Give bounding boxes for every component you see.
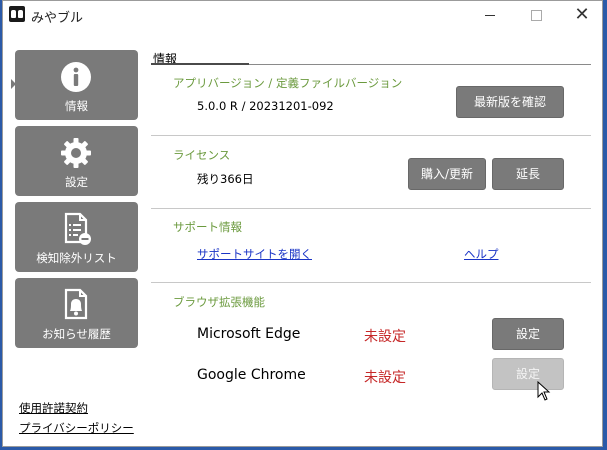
nav-item-label: お知らせ履歴 [42,327,111,341]
nav-item-label: 検知除外リスト [36,251,117,265]
version-heading: アプリバージョン / 定義ファイルバージョン [173,76,403,90]
app-window: みやブル ✕ 情報 設定 検知除外リスト お知らせ履歴 使用許諾契約 プライバシ… [2,0,603,447]
support-site-link[interactable]: サポートサイトを開く [197,246,312,262]
app-logo-icon [9,6,25,22]
check-update-button[interactable]: 最新版を確認 [456,86,564,118]
edge-label: Microsoft Edge [197,326,301,342]
browser-extension-heading: ブラウザ拡張機能 [173,295,265,309]
section-divider [151,135,591,136]
mouse-cursor-icon [537,381,551,401]
privacy-policy-link[interactable]: プライバシーポリシー [19,420,134,436]
title-underline [151,63,249,65]
close-button[interactable]: ✕ [560,3,602,27]
purchase-renew-button[interactable]: 購入/更新 [408,158,486,190]
section-divider [151,282,591,283]
bell-document-icon [64,288,88,320]
version-value: 5.0.0 R / 20231201-092 [197,99,334,113]
gear-icon [61,138,91,168]
edge-status: 未設定 [364,329,406,345]
maximize-icon [530,9,542,21]
license-agreement-link[interactable]: 使用許諾契約 [19,400,88,416]
chrome-label: Google Chrome [197,367,306,383]
license-heading: ライセンス [173,148,231,162]
nav-item-notification-history[interactable]: お知らせ履歴 [15,278,138,348]
maximize-button[interactable] [514,3,558,27]
extend-button[interactable]: 延長 [492,158,564,190]
nav-item-label: 情報 [65,99,88,113]
close-icon: ✕ [574,4,590,25]
edge-setup-button[interactable]: 設定 [492,318,564,350]
chrome-setup-button[interactable]: 設定 [492,358,564,390]
minimize-icon [485,14,495,16]
nav-item-label: 設定 [65,175,88,189]
window-title: みやブル [31,11,84,26]
support-heading: サポート情報 [173,220,242,234]
info-icon [61,62,91,92]
chrome-status: 未設定 [364,370,406,386]
nav-item-exclusion-list[interactable]: 検知除外リスト [15,202,138,272]
help-link[interactable]: ヘルプ [464,246,499,262]
document-list-icon [64,212,91,245]
license-remaining: 残り366日 [197,172,254,186]
section-divider [151,208,591,209]
title-bar: みやブル ✕ [3,1,602,30]
nav-item-settings[interactable]: 設定 [15,126,138,196]
minimize-button[interactable] [468,3,512,27]
nav-item-info[interactable]: 情報 [15,50,138,120]
